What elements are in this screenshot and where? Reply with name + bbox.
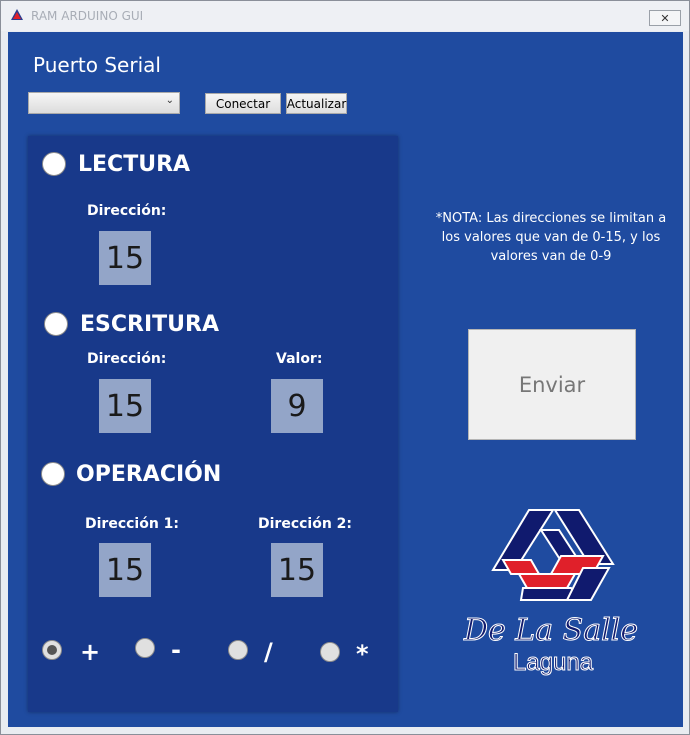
op-subtract-radio[interactable] <box>135 638 155 658</box>
escritura-radio[interactable] <box>44 312 68 336</box>
logo-sub-text: Laguna <box>513 649 594 676</box>
op-divide-radio[interactable] <box>228 640 248 660</box>
delasalle-logo: De La Salle Laguna <box>462 500 639 677</box>
lectura-radio[interactable] <box>42 152 66 176</box>
serial-port-dropdown[interactable]: ⌄ <box>28 92 180 114</box>
serial-port-label: Puerto Serial <box>33 53 161 77</box>
op-add-label: + <box>80 638 101 666</box>
operacion-title: OPERACIÓN <box>76 462 222 487</box>
logo-mark: De La Salle Laguna <box>462 509 639 677</box>
app-logo-icon <box>11 9 23 20</box>
app-window: RAM ARDUINO GUI ✕ Puerto Serial ⌄ Conect… <box>0 0 690 735</box>
chevron-down-icon: ⌄ <box>165 95 174 106</box>
close-icon: ✕ <box>660 12 670 25</box>
op-multiply-radio[interactable] <box>320 642 340 662</box>
lectura-address-label: Dirección: <box>87 203 167 219</box>
op-multiply-label: * <box>356 640 369 668</box>
close-button[interactable]: ✕ <box>649 10 681 26</box>
title-bar: RAM ARDUINO GUI ✕ <box>1 1 689 31</box>
op-add-radio[interactable] <box>42 640 62 660</box>
operations-panel: LECTURA Dirección: 15 ESCRITURA Direcció… <box>28 136 398 712</box>
escritura-address-field[interactable]: 15 <box>99 379 151 433</box>
op-subtract-label: - <box>171 636 181 664</box>
refresh-button[interactable]: Actualizar <box>286 93 347 114</box>
main-area: Puerto Serial ⌄ Conectar Actualizar LECT… <box>8 32 683 727</box>
send-button[interactable]: Enviar <box>468 329 636 440</box>
escritura-address-label: Dirección: <box>87 351 167 367</box>
lectura-address-field[interactable]: 15 <box>99 231 151 285</box>
lectura-title: LECTURA <box>78 152 191 177</box>
logo-script-text: De La Salle <box>463 613 638 648</box>
op-divide-label: / <box>264 638 273 666</box>
escritura-title: ESCRITURA <box>80 312 219 337</box>
operacion-radio[interactable] <box>41 462 65 486</box>
operacion-address1-label: Dirección 1: <box>85 516 180 532</box>
operacion-address2-label: Dirección 2: <box>258 516 353 532</box>
escritura-value-field[interactable]: 9 <box>271 379 323 433</box>
note-text: *NOTA: Las direcciones se limitan a los … <box>435 211 667 264</box>
operacion-address1-field[interactable]: 15 <box>99 543 151 597</box>
connect-button[interactable]: Conectar <box>205 93 281 114</box>
operacion-address2-field[interactable]: 15 <box>271 543 323 597</box>
window-title: RAM ARDUINO GUI <box>31 9 144 23</box>
escritura-value-label: Valor: <box>276 351 323 367</box>
